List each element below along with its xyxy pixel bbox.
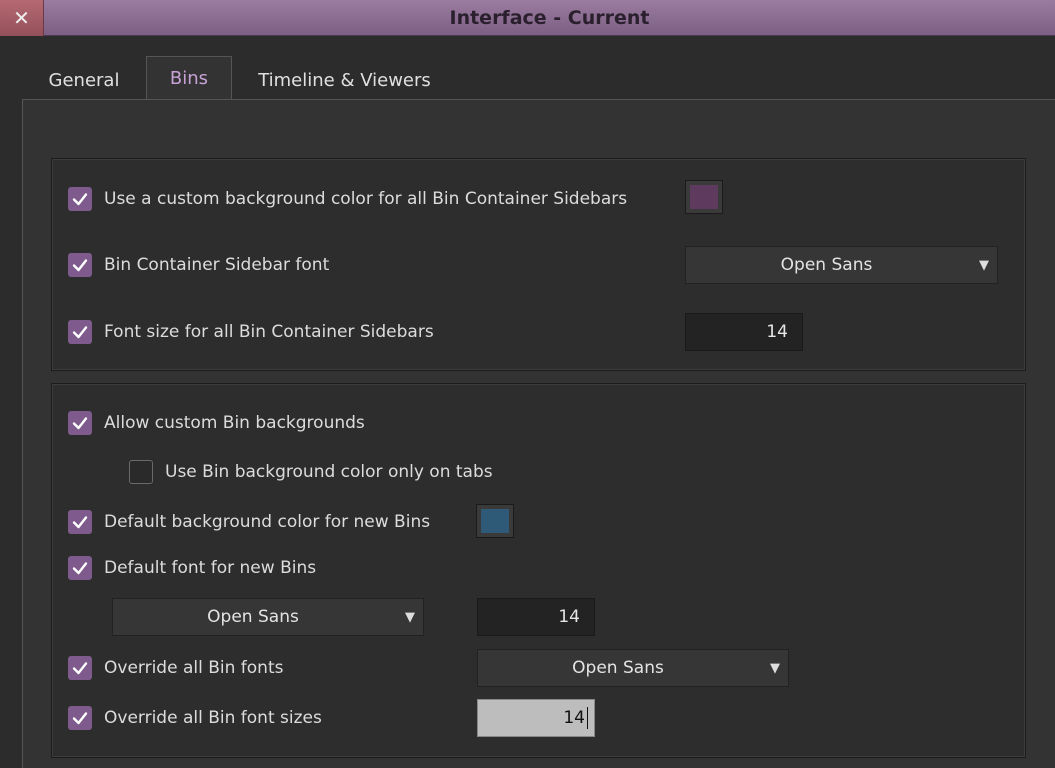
sidebar-bg-color-fill [690,185,718,209]
bg-only-tabs-label: Use Bin background color only on tabs [165,462,493,482]
checkmark-icon [72,193,88,206]
checkmark-icon [72,516,88,529]
sidebar-font-size-input[interactable]: 14 [685,313,803,351]
bg-only-tabs-checkbox[interactable] [129,460,153,484]
override-sizes-checkbox[interactable] [68,706,92,730]
close-button[interactable]: ✕ [0,0,44,36]
title-bar[interactable]: ✕ Interface - Current [0,0,1055,36]
allow-custom-bg-option[interactable]: Allow custom Bin backgrounds [68,409,365,437]
default-bg-checkbox[interactable] [68,510,92,534]
sidebar-font-value: Open Sans [780,255,873,275]
dropdown-arrow-icon: ▼ [770,660,780,676]
checkmark-icon [72,562,88,575]
tab-bins[interactable]: Bins [146,56,232,100]
dropdown-arrow-icon: ▼ [405,609,415,625]
tab-general[interactable]: General [34,62,134,98]
override-fonts-option[interactable]: Override all Bin fonts [68,654,283,682]
checkmark-icon [72,417,88,430]
close-icon: ✕ [13,6,30,30]
sidebar-font-label: Bin Container Sidebar font [104,255,330,275]
sidebar-font-size-option[interactable]: Font size for all Bin Container Sidebars [68,318,434,346]
allow-custom-bg-checkbox[interactable] [68,411,92,435]
text-caret [587,707,588,729]
checkmark-icon [72,712,88,725]
default-font-checkbox[interactable] [68,556,92,580]
sidebar-bg-color-swatch[interactable] [685,180,723,214]
custom-sidebar-bg-label: Use a custom background color for all Bi… [104,189,628,209]
sidebar-font-option[interactable]: Bin Container Sidebar font [68,251,329,279]
sidebar-font-size-label: Font size for all Bin Container Sidebars [104,322,434,342]
sidebar-font-dropdown[interactable]: Open Sans ▼ [685,246,998,284]
default-font-label: Default font for new Bins [104,558,317,578]
default-bg-option[interactable]: Default background color for new Bins [68,508,430,536]
override-sizes-input[interactable]: 14 [477,699,595,737]
checkmark-icon [72,662,88,675]
bg-only-tabs-option[interactable]: Use Bin background color only on tabs [129,458,493,486]
override-fonts-label: Override all Bin fonts [104,658,284,678]
sidebar-font-checkbox[interactable] [68,253,92,277]
checkmark-icon [72,259,88,272]
tab-timeline-viewers[interactable]: Timeline & Viewers [242,62,447,98]
override-sizes-option[interactable]: Override all Bin font sizes [68,704,322,732]
override-sizes-label: Override all Bin font sizes [104,708,322,728]
allow-custom-bg-label: Allow custom Bin backgrounds [104,413,365,433]
override-sizes-value: 14 [563,708,585,728]
default-font-dropdown[interactable]: Open Sans ▼ [112,598,424,636]
override-fonts-dropdown[interactable]: Open Sans ▼ [477,649,789,687]
default-bg-color-fill [481,509,509,533]
custom-sidebar-bg-checkbox[interactable] [68,187,92,211]
sidebar-font-size-checkbox[interactable] [68,320,92,344]
override-fonts-value: Open Sans [572,658,664,678]
window-title: Interface - Current [449,7,650,29]
default-bg-label: Default background color for new Bins [104,512,431,532]
custom-sidebar-bg-option[interactable]: Use a custom background color for all Bi… [68,185,627,213]
default-font-size-input[interactable]: 14 [477,598,595,636]
default-font-option[interactable]: Default font for new Bins [68,554,316,582]
default-font-value: Open Sans [207,607,299,627]
checkmark-icon [72,326,88,339]
override-fonts-checkbox[interactable] [68,656,92,680]
default-bg-color-swatch[interactable] [476,504,514,538]
dropdown-arrow-icon: ▼ [979,257,989,273]
interface-settings-window: ✕ Interface - Current General Bins Timel… [0,0,1055,768]
